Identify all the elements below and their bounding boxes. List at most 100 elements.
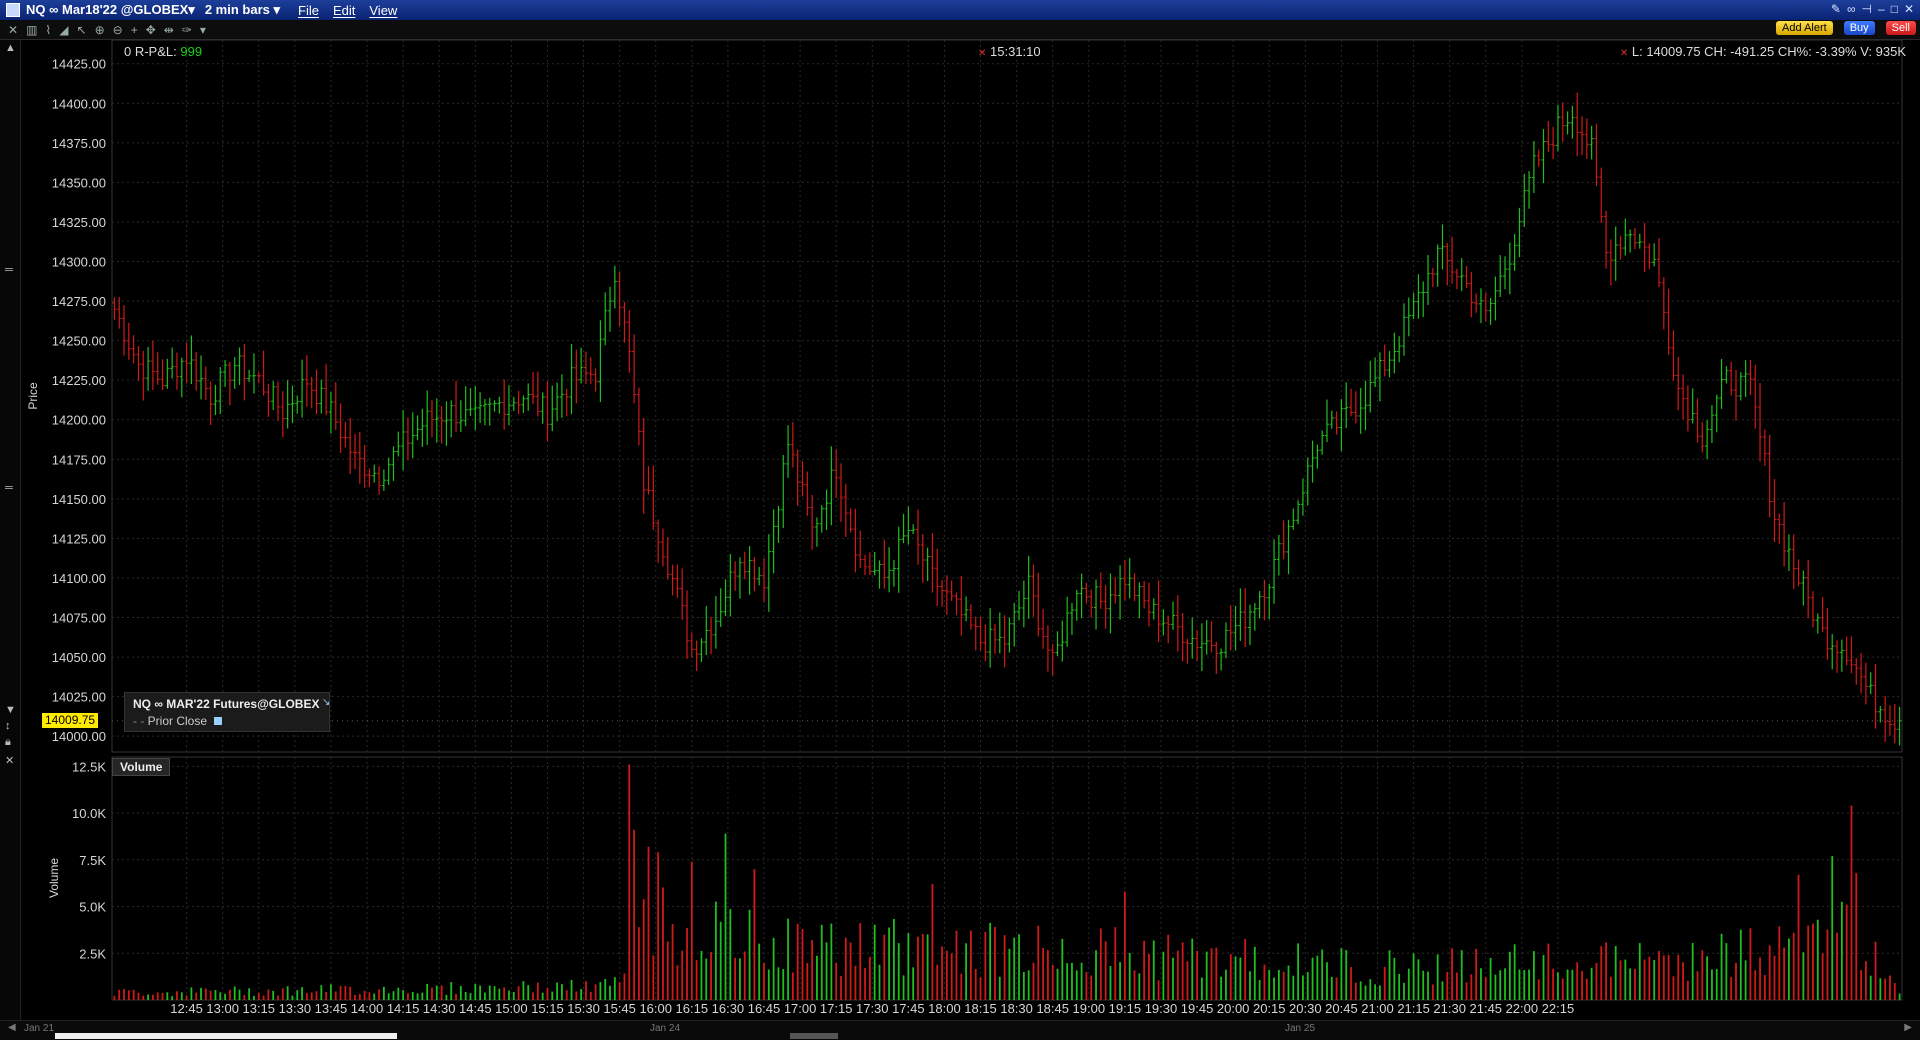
volume-bar <box>1566 969 1569 1000</box>
volume-bar <box>113 995 116 1000</box>
volume-bar <box>1735 962 1737 1000</box>
volume-bar <box>272 990 275 1000</box>
volume-bar <box>368 992 371 1000</box>
volume-bar <box>1061 938 1064 1000</box>
volume-bar <box>609 985 611 1000</box>
volume-bar <box>921 933 924 1000</box>
scroll-right-icon[interactable]: ▶ <box>1904 1022 1912 1033</box>
volume-bar <box>705 958 708 1000</box>
volume-bar <box>310 992 313 1000</box>
volume-bar <box>1013 937 1016 1000</box>
volume-bar <box>989 922 992 1000</box>
date-label-2: Jan 24 <box>650 1023 681 1034</box>
volume-tick-label: 12.5K <box>72 759 106 774</box>
time-tick-label: 16:00 <box>639 1001 672 1016</box>
scroll-thumb-secondary[interactable] <box>790 1033 838 1039</box>
time-scrollbar[interactable]: ◀ Jan 21 Jan 24 Jan 25 ▶ <box>0 1020 1920 1040</box>
time-tick-label: 19:45 <box>1181 1001 1214 1016</box>
volume-bar <box>1571 969 1574 1000</box>
volume-bar <box>1754 970 1757 1000</box>
stats-readout: ✕ L: 14009.75 CH: -491.25 CH%: -3.39% V:… <box>1620 44 1906 59</box>
volume-bar <box>1042 948 1044 1000</box>
volume-bar <box>931 884 934 1000</box>
volume-bar <box>825 942 828 1000</box>
scroll-thumb[interactable] <box>55 1033 397 1039</box>
time-tick-label: 16:45 <box>748 1001 781 1016</box>
time-tick-label: 14:30 <box>423 1001 456 1016</box>
volume-bar <box>1653 959 1656 1000</box>
volume-bar <box>1850 805 1853 1000</box>
time-tick-label: 20:30 <box>1289 1001 1322 1016</box>
volume-bar <box>1056 968 1059 1000</box>
volume-bar <box>1022 971 1025 1000</box>
volume-bar <box>1095 950 1097 1000</box>
volume-bar <box>1364 985 1367 1000</box>
volume-bar <box>1148 953 1150 1000</box>
volume-bar <box>811 940 814 1000</box>
volume-bar <box>320 985 323 1000</box>
volume-bar <box>599 982 602 1000</box>
volume-bar <box>849 942 852 1000</box>
volume-bar <box>1508 951 1511 1000</box>
chart-legend[interactable]: NQ ∞ MAR'22 Futures@GLOBEX ↘ - - Prior C… <box>124 692 330 732</box>
volume-bar <box>1326 962 1328 1000</box>
volume-bar <box>301 987 303 1000</box>
volume-bar <box>1662 955 1665 1000</box>
volume-bar <box>334 991 337 1000</box>
volume-bar <box>137 992 140 1000</box>
volume-bar <box>1138 973 1141 1000</box>
volume-bar <box>565 990 568 1000</box>
price-tick-label: 14075.00 <box>52 611 106 626</box>
volume-bar <box>474 983 477 1000</box>
volume-bar <box>445 994 448 1000</box>
volume-bar <box>1629 968 1632 1000</box>
volume-bar <box>344 986 347 1000</box>
volume-bar <box>1412 953 1415 1000</box>
volume-bar <box>1114 927 1117 1000</box>
volume-bar <box>637 927 640 1000</box>
price-panel-frame <box>111 39 1903 753</box>
volume-bar <box>1821 953 1824 1000</box>
volume-bar <box>734 957 737 1000</box>
volume-bar <box>820 924 823 1000</box>
volume-bar <box>161 992 164 1000</box>
volume-bar <box>1249 971 1251 1000</box>
chart-canvas[interactable]: 14000.00 14025.00 14050.00 14075.00 14100.00… <box>0 0 1920 1039</box>
volume-bar <box>209 990 212 1000</box>
volume-bar <box>1383 966 1386 1000</box>
volume-bar <box>185 995 188 1000</box>
volume-bar <box>1624 959 1627 1000</box>
volume-bar <box>493 986 496 1000</box>
scroll-left-icon[interactable]: ◀ <box>8 1022 16 1033</box>
volume-bar <box>835 962 838 1000</box>
price-tick-label: 14050.00 <box>52 650 106 665</box>
legend-expand-icon[interactable]: ↘ <box>322 697 330 708</box>
volume-bar <box>1393 957 1396 1000</box>
volume-bar <box>1302 975 1304 1000</box>
volume-bar <box>854 965 857 1000</box>
checkbox-icon[interactable] <box>214 717 223 725</box>
volume-bar <box>585 981 587 1000</box>
volume-bar <box>1345 950 1348 1000</box>
price-tick-label: 14375.00 <box>52 136 106 151</box>
volume-bar <box>1893 982 1896 1000</box>
volume-bar <box>1407 968 1410 1000</box>
volume-bar <box>1436 954 1439 1000</box>
volume-bar <box>397 987 400 1000</box>
time-tick-label: 18:15 <box>964 1001 997 1016</box>
volume-bar <box>204 988 207 1000</box>
volume-bar <box>1181 942 1184 1000</box>
volume-bar <box>1706 956 1709 1000</box>
volume-bar <box>907 933 910 1000</box>
volume-bar <box>1282 971 1285 1000</box>
volume-bar <box>743 951 746 1000</box>
volume-bar <box>965 943 967 1000</box>
volume-bar <box>392 991 395 1000</box>
pnl-label: 0 R-P&L: <box>124 44 177 59</box>
volume-bar <box>407 993 409 1000</box>
volume-bar <box>1422 970 1425 1000</box>
volume-bar <box>532 992 534 1000</box>
time-tick-label: 18:00 <box>928 1001 961 1016</box>
price-tick-label: 14150.00 <box>52 492 106 507</box>
volume-bar <box>1797 874 1800 1000</box>
